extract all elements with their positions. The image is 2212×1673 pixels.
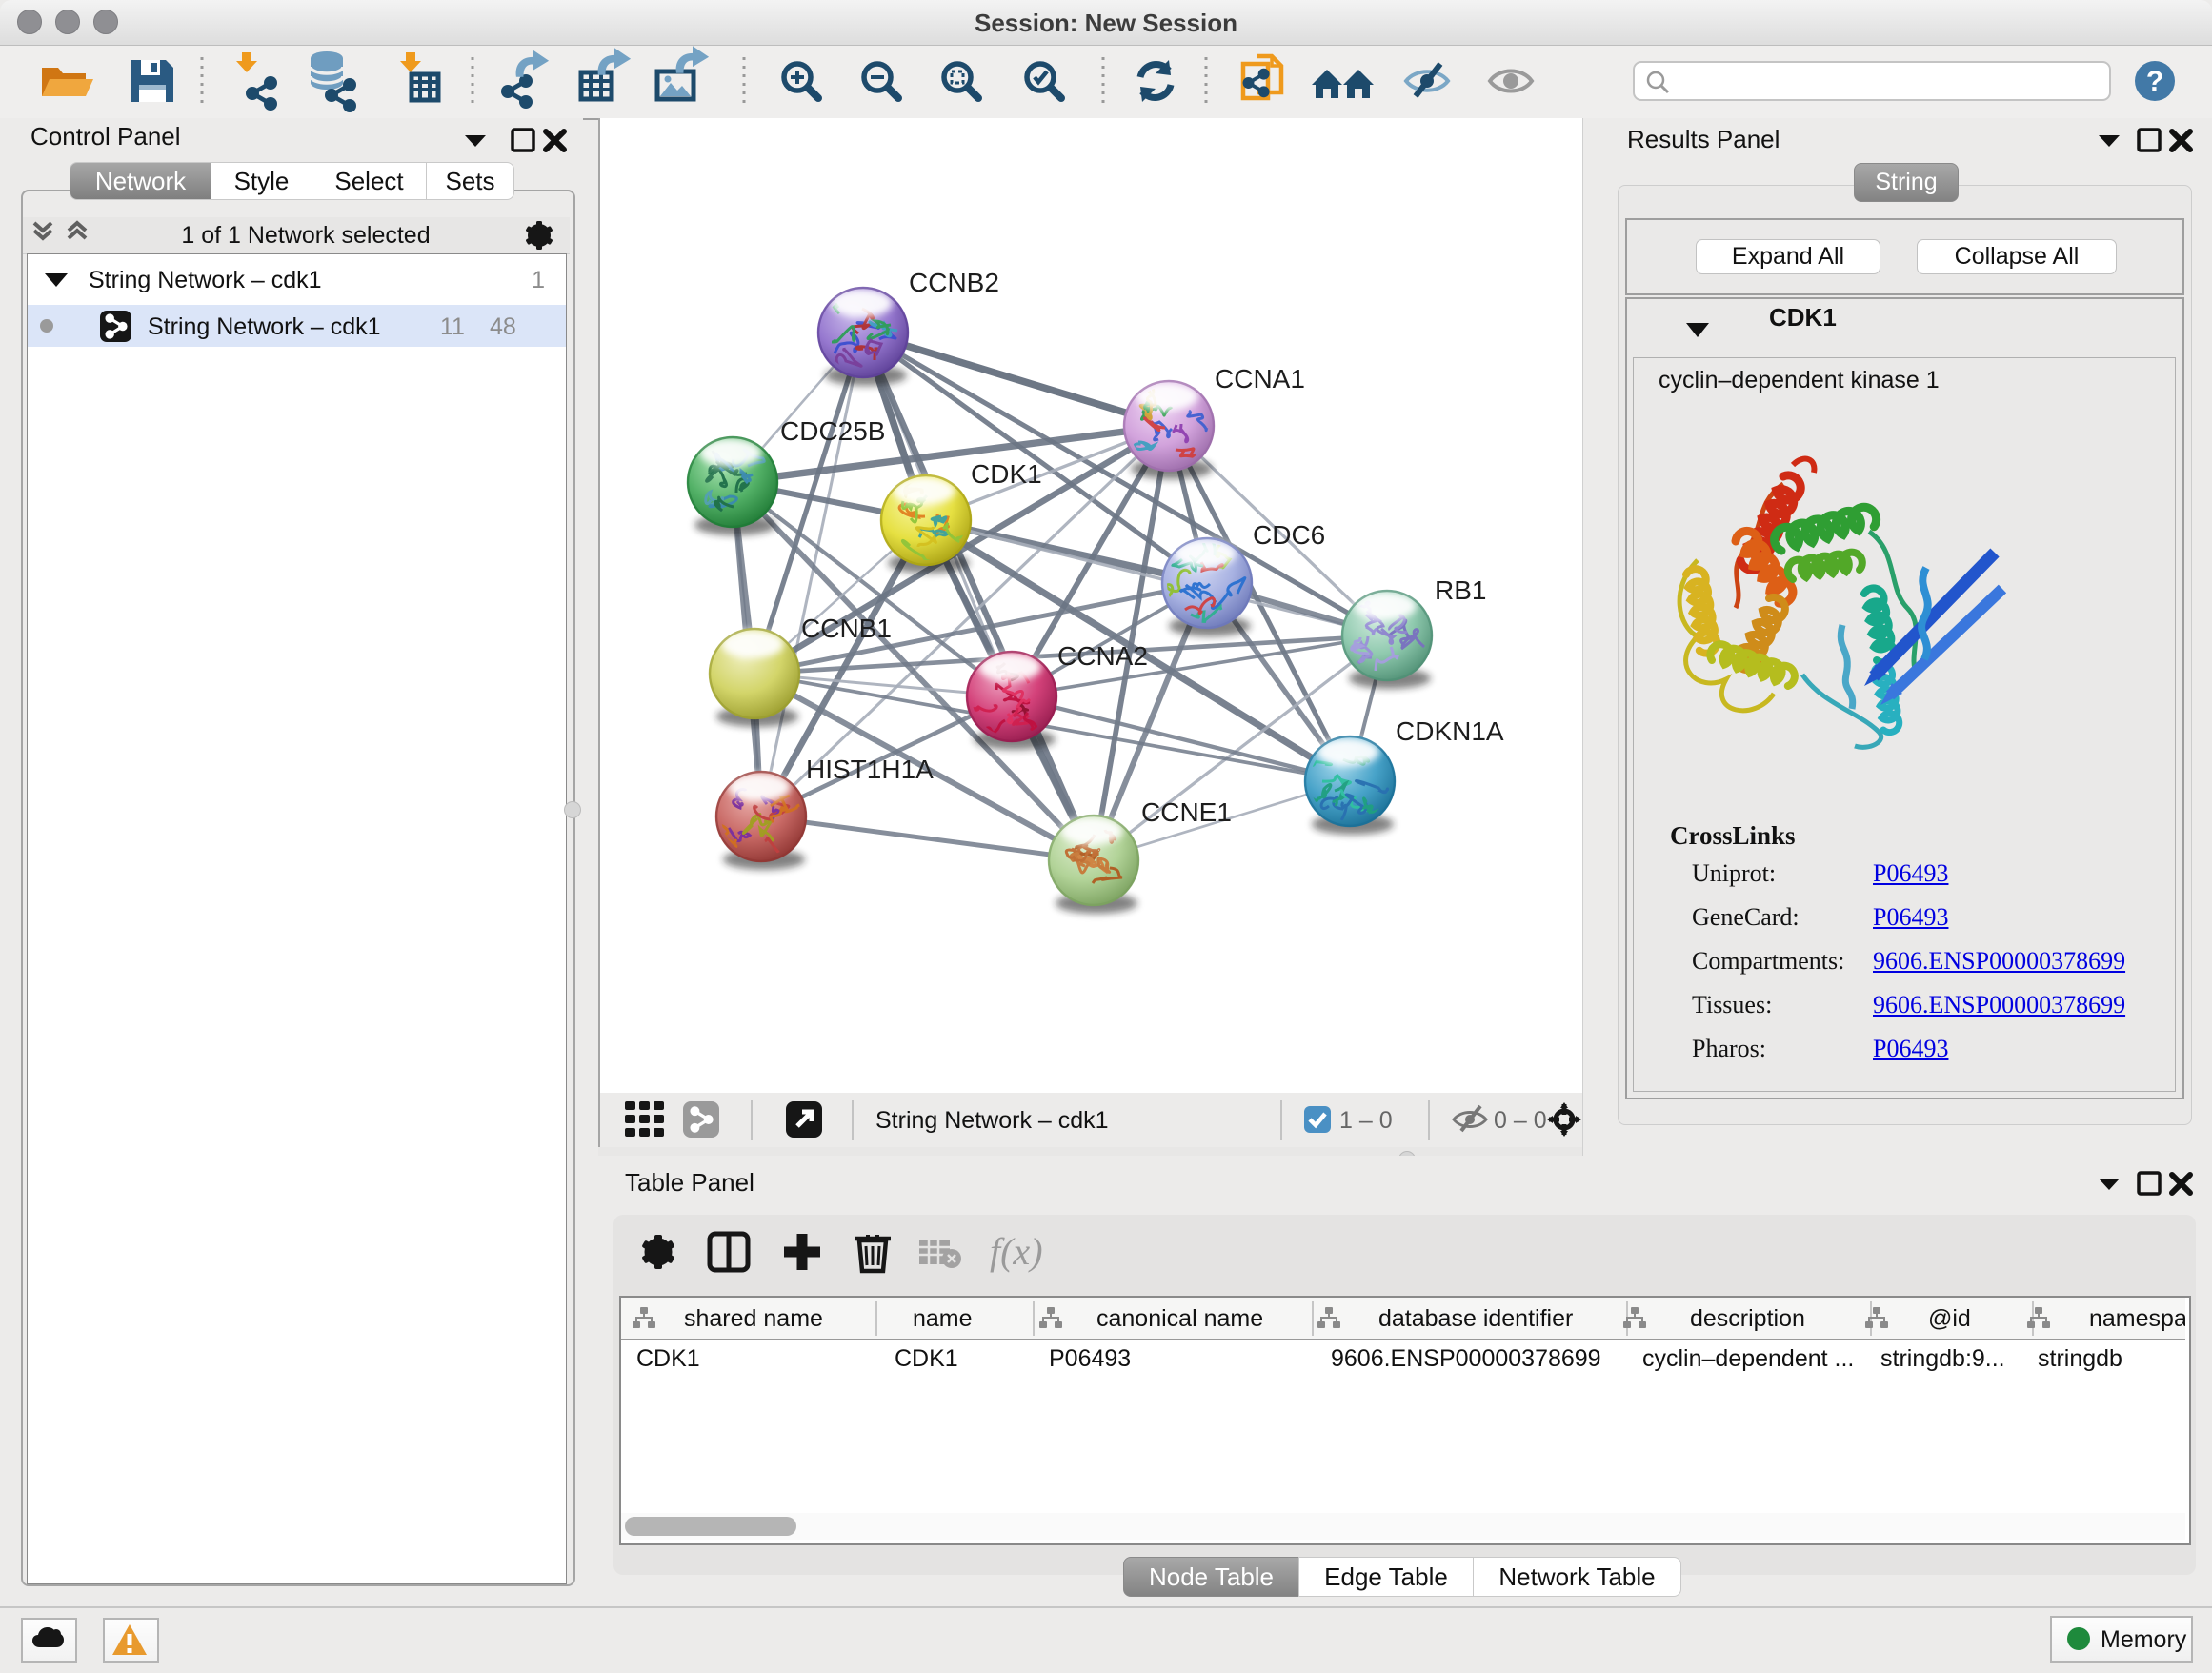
- svg-text:shared name: shared name: [684, 1305, 823, 1332]
- svg-text:?: ?: [2146, 66, 2163, 97]
- svg-text:CCNA2: CCNA2: [1057, 641, 1148, 671]
- svg-text:f(x): f(x): [990, 1230, 1043, 1273]
- svg-text:CCNE1: CCNE1: [1141, 797, 1232, 827]
- svg-text:CDKN1A: CDKN1A: [1396, 716, 1504, 746]
- svg-text:CCNB2: CCNB2: [909, 268, 999, 297]
- svg-text:HIST1H1A: HIST1H1A: [806, 755, 934, 784]
- svg-text:canonical name: canonical name: [1096, 1305, 1263, 1332]
- svg-text:1 – 0: 1 – 0: [1339, 1107, 1393, 1134]
- svg-text:CDK1: CDK1: [971, 459, 1042, 489]
- svg-text:CCNB1: CCNB1: [801, 614, 892, 643]
- svg-text:RB1: RB1: [1435, 575, 1486, 605]
- svg-text:CDC25B: CDC25B: [780, 416, 885, 446]
- svg-text:CDC6: CDC6: [1253, 520, 1325, 550]
- svg-text:1 of 1 Network selected: 1 of 1 Network selected: [181, 222, 430, 249]
- svg-text:String Network – cdk1: String Network – cdk1: [875, 1107, 1109, 1134]
- svg-text:@id: @id: [1928, 1305, 1971, 1332]
- svg-text:database identifier: database identifier: [1378, 1305, 1573, 1332]
- svg-text:namespac: namespac: [2089, 1305, 2185, 1332]
- svg-text:0 – 0: 0 – 0: [1494, 1107, 1547, 1134]
- svg-text:name: name: [913, 1305, 973, 1332]
- svg-text:CCNA1: CCNA1: [1215, 364, 1305, 393]
- svg-text:description: description: [1690, 1305, 1805, 1332]
